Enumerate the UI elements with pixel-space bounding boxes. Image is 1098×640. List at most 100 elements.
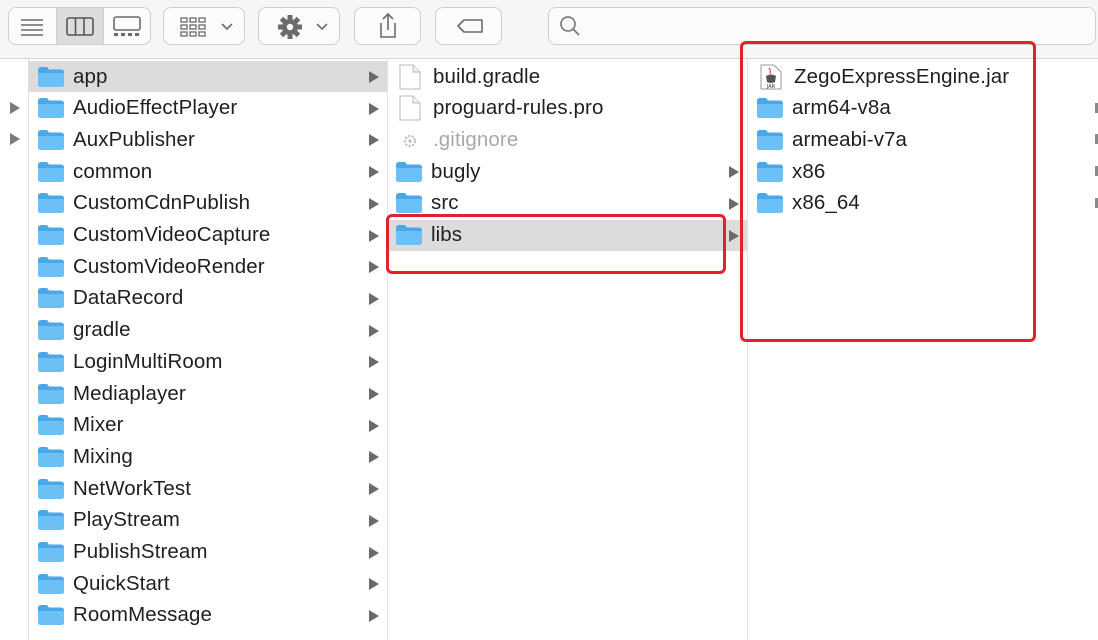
column1-item[interactable]: QuickStart — [29, 568, 387, 599]
group-grid-icon — [180, 17, 233, 37]
document-icon — [399, 95, 421, 121]
column2-item-label: proguard-rules.pro — [433, 96, 604, 120]
column1-item-label: QuickStart — [73, 571, 170, 595]
gallery-view-icon — [113, 16, 141, 36]
column2-item-label: .gitignore — [433, 127, 519, 151]
chevron-right-icon — [369, 166, 379, 179]
column1-item[interactable]: PlayStream — [29, 505, 387, 536]
folder-icon — [38, 161, 64, 182]
highlight-box-libs — [386, 214, 726, 274]
column1-item[interactable]: Mediaplayer — [29, 378, 387, 409]
folder-icon — [396, 193, 422, 214]
chevron-right-icon — [369, 388, 379, 400]
column1-item[interactable]: AudioEffectPlayer — [29, 93, 387, 124]
column1-item[interactable]: common — [29, 156, 387, 187]
column1-item-label: PublishStream — [73, 540, 208, 563]
action-button[interactable] — [258, 7, 340, 45]
folder-icon — [38, 288, 64, 309]
column1-item-label: CustomVideoRender — [73, 254, 265, 278]
group-by-button[interactable] — [163, 7, 245, 45]
folder-icon — [38, 193, 64, 214]
search-field[interactable] — [548, 7, 1096, 45]
folder-icon — [38, 478, 64, 499]
column1-item-label: LoginMultiRoom — [73, 349, 223, 373]
folder-icon — [38, 573, 64, 594]
chevron-right-icon — [369, 229, 379, 242]
folder-icon — [38, 542, 64, 562]
column2-item[interactable]: build.gradle — [387, 61, 747, 92]
search-icon — [560, 16, 580, 36]
chevron-right-icon — [369, 514, 379, 527]
list-view-button[interactable] — [9, 8, 55, 44]
chevron-right-icon — [369, 197, 379, 210]
hidden-file-icon — [399, 127, 421, 153]
column1-item[interactable]: CustomVideoCapture — [29, 220, 387, 251]
column-2: build.gradle proguard-rules.pro .gitignore… — [387, 59, 748, 640]
column1-item[interactable]: gradle — [29, 315, 387, 346]
disclosure-triangle-icon[interactable] — [10, 133, 20, 145]
column1-item-label: AudioEffectPlayer — [73, 96, 238, 120]
chevron-right-icon — [369, 261, 379, 274]
folder-icon — [38, 446, 64, 467]
chevron-right-icon — [729, 166, 739, 179]
column-1: app AudioEffectPlayer AuxPublisher common Cu… — [28, 59, 388, 640]
column1-item-label: Mixer — [73, 413, 124, 437]
column1-item[interactable]: RoomMessage — [29, 600, 387, 631]
folder-icon — [38, 225, 64, 245]
chevron-right-icon — [369, 292, 379, 305]
tags-button[interactable] — [435, 7, 502, 45]
column1-item[interactable]: CustomVideoRender — [29, 251, 387, 282]
column1-item[interactable]: CustomCdnPublish — [29, 188, 387, 219]
folder-icon — [38, 98, 64, 119]
tag-icon — [457, 19, 483, 33]
gear-icon — [278, 15, 328, 39]
chevron-right-icon — [369, 324, 379, 337]
column1-item-label: Mixing — [73, 444, 133, 468]
column2-item[interactable]: bugly — [387, 156, 747, 187]
column1-item-label: AuxPublisher — [73, 127, 195, 151]
column-view-icon — [66, 17, 94, 36]
chevron-right-icon — [369, 102, 379, 115]
column1-item-label: CustomVideoCapture — [73, 223, 271, 246]
chevron-right-icon — [369, 451, 379, 464]
chevron-right-icon — [729, 229, 739, 242]
folder-icon — [38, 605, 64, 626]
column1-item-label: app — [73, 64, 108, 88]
document-icon — [399, 64, 421, 90]
share-icon — [380, 12, 396, 38]
chevron-right-icon — [369, 356, 379, 369]
column1-item[interactable]: AuxPublisher — [29, 124, 387, 155]
chevron-right-icon — [369, 578, 379, 591]
chevron-right-icon — [729, 197, 739, 210]
column2-item[interactable]: proguard-rules.pro — [387, 93, 747, 124]
column1-item-label: common — [73, 159, 153, 183]
column2-item[interactable]: .gitignore — [387, 124, 747, 155]
column1-item-label: CustomCdnPublish — [73, 191, 251, 215]
column1-item-label: PlayStream — [73, 508, 180, 532]
column1-item[interactable]: NetWorkTest — [29, 473, 387, 504]
column2-item-label: bugly — [431, 159, 481, 183]
column1-item[interactable]: LoginMultiRoom — [29, 346, 387, 377]
folder-icon — [38, 383, 64, 404]
column1-item-label: Mediaplayer — [73, 381, 186, 405]
column-view-button[interactable] — [56, 8, 103, 44]
column1-item[interactable]: app — [29, 61, 387, 92]
gallery-view-button[interactable] — [103, 8, 150, 44]
disclosure-triangle-icon[interactable] — [10, 102, 20, 114]
column1-item-label: gradle — [73, 318, 131, 342]
column1-item-label: NetWorkTest — [73, 476, 192, 500]
chevron-right-icon — [369, 71, 379, 83]
column1-item[interactable]: DataRecord — [29, 283, 387, 314]
column1-item[interactable]: PublishStream — [29, 537, 387, 568]
share-button[interactable] — [354, 7, 421, 45]
highlight-box-libs-contents — [740, 41, 1036, 342]
column1-item[interactable]: Mixing — [29, 441, 387, 472]
folder-icon — [38, 510, 64, 531]
folder-icon — [38, 129, 64, 150]
column1-item[interactable]: Mixer — [29, 410, 387, 441]
view-mode-control — [8, 7, 151, 45]
chevron-right-icon — [369, 419, 379, 432]
chevron-right-icon — [369, 483, 379, 496]
chevron-right-icon — [369, 134, 379, 147]
column2-item-label: src — [431, 191, 459, 215]
